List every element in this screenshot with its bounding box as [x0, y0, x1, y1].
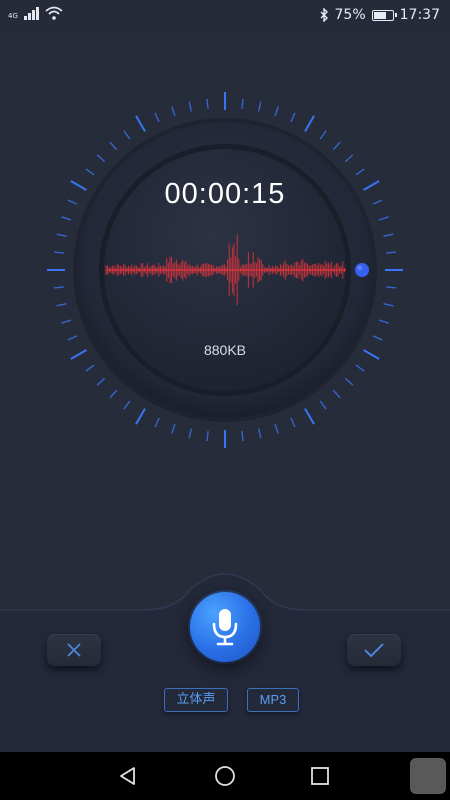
battery-level	[373, 11, 387, 19]
home-circle-icon	[215, 766, 235, 786]
dial-tick	[241, 98, 244, 109]
record-button[interactable]	[190, 592, 260, 662]
format-selector[interactable]: MP3	[247, 688, 299, 712]
dial-tick	[344, 154, 354, 163]
wifi-icon	[45, 6, 63, 20]
dial-tick	[61, 319, 72, 324]
dial-tick	[304, 408, 315, 425]
dial-tick	[85, 168, 95, 176]
confirm-button[interactable]	[347, 634, 401, 666]
cancel-button[interactable]	[47, 634, 101, 666]
dial-tick	[135, 115, 146, 132]
dial-tick	[344, 377, 354, 386]
dial-tick	[56, 302, 67, 307]
dial-tick	[290, 417, 296, 428]
dial-tick	[319, 130, 327, 140]
dial-tick	[85, 364, 95, 372]
recent-square-icon	[311, 767, 329, 785]
dial-tick	[53, 286, 64, 289]
watermark	[410, 756, 446, 796]
elapsed-time: 00:00:15	[164, 178, 286, 210]
dial-tick	[378, 216, 389, 221]
dial-tick	[171, 106, 176, 117]
dial-tick	[383, 233, 394, 238]
dial-tick	[135, 408, 146, 425]
navigation-bar	[0, 752, 450, 800]
dial-tick	[206, 431, 209, 442]
signal-icon	[23, 6, 39, 20]
status-left: 4G	[8, 6, 63, 20]
dial-tick	[67, 335, 78, 341]
dial-tick	[319, 400, 327, 410]
file-size: 880KB	[203, 342, 247, 358]
dial-tick	[61, 216, 72, 221]
back-triangle-icon	[120, 767, 135, 785]
status-right: 75% 17:37	[320, 7, 440, 23]
dial-tick	[109, 389, 118, 399]
x-icon	[67, 643, 81, 657]
dial-tick	[386, 286, 397, 289]
dial-tick	[274, 106, 279, 117]
dial-tick	[53, 251, 64, 254]
dial-graphic	[47, 92, 403, 448]
status-bar: 4G 75% 17:37	[0, 0, 450, 32]
bluetooth-icon	[320, 8, 328, 22]
dial-tick	[171, 423, 176, 434]
dial-tick	[355, 168, 365, 176]
microphone-icon	[212, 609, 238, 646]
dial-tick	[154, 417, 160, 428]
nav-back-button[interactable]	[115, 764, 141, 788]
dial-tick	[257, 428, 262, 439]
dial-tick	[96, 377, 106, 386]
watermark-logo-icon	[410, 758, 446, 794]
nav-recent-button[interactable]	[307, 764, 333, 788]
stereo-toggle[interactable]: 立体声	[164, 688, 228, 712]
dial-tick	[372, 335, 383, 341]
recording-dial	[0, 80, 450, 460]
dial-tick	[378, 319, 389, 324]
dial-tick	[188, 428, 193, 439]
dial-tick	[386, 251, 397, 254]
network-type: 4G	[8, 12, 18, 20]
check-icon	[364, 643, 384, 658]
dial-tick	[332, 141, 341, 151]
dial-tick	[123, 130, 131, 140]
dial-tick	[355, 364, 365, 372]
dial-tick	[257, 101, 262, 112]
nav-home-button[interactable]	[212, 764, 238, 788]
dial-tick	[96, 154, 106, 163]
dial-tick	[290, 112, 296, 123]
dial-tick	[304, 115, 315, 132]
battery-icon	[371, 9, 397, 21]
dial-tick	[188, 101, 193, 112]
dial-tick	[109, 141, 118, 151]
dial-tick	[56, 233, 67, 238]
playhead-dot[interactable]	[355, 263, 369, 277]
dial-tick	[383, 302, 394, 307]
clock: 17:37	[399, 7, 440, 23]
dial-tick	[206, 98, 209, 109]
dial-tick	[154, 112, 160, 123]
dial-tick	[123, 400, 131, 410]
dial-tick	[241, 431, 244, 442]
battery-percent: 75%	[334, 7, 366, 23]
dial-tick	[332, 389, 341, 399]
dial-tick	[274, 423, 279, 434]
